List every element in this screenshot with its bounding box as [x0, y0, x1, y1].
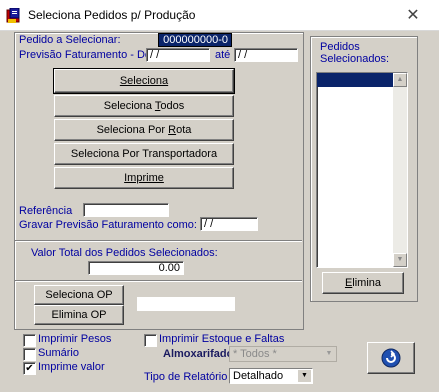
seleciona-transportadora-label: Seleciona Por Transportadora — [70, 148, 218, 160]
total-label: Valor Total dos Pedidos Selecionados: — [31, 247, 218, 259]
seleciona-rota-label-a: Seleciona Por — [96, 124, 169, 136]
date-to-value: / / — [238, 49, 248, 61]
title-bar: Seleciona Pedidos p/ Produção ✕ — [0, 0, 439, 31]
almoxarifado-label: Almoxarifado — [163, 348, 234, 360]
close-button[interactable]: ✕ — [398, 6, 428, 26]
seleciona-rota-button[interactable]: Seleciona Por Rota — [54, 119, 234, 141]
tipo-relatorio-select[interactable]: Detalhado ▼ — [229, 368, 313, 384]
imprimir-pesos-checkbox[interactable] — [23, 334, 36, 347]
almoxarifado-select[interactable]: * Todos * ▼ — [229, 346, 337, 362]
seleciona-label: Seleciona — [119, 75, 169, 87]
date-from-value: / / — [150, 49, 160, 61]
pedidos-selecionados-title: Pedidos Selecionados: — [320, 41, 390, 65]
ate-label: até — [215, 49, 231, 61]
window-title: Seleciona Pedidos p/ Produção — [28, 8, 196, 22]
exit-icon — [381, 348, 401, 368]
pedido-value: 000000000-0 — [163, 34, 228, 46]
list-selected-row[interactable] — [317, 73, 393, 87]
previsao-label: Previsão Faturamento - De — [19, 49, 152, 61]
imprimir-pesos-label[interactable]: Imprimir Pesos — [38, 333, 111, 345]
chevron-down-icon[interactable]: ▼ — [297, 370, 311, 382]
date-from-input[interactable]: / / — [146, 48, 210, 62]
seleciona-todos-label-a: Seleciona — [103, 100, 155, 112]
chevron-down-icon: ▼ — [325, 350, 333, 357]
divider-top — [15, 240, 302, 242]
elimina-label-b: limina — [352, 277, 382, 289]
scroll-up-icon[interactable]: ▲ — [393, 73, 407, 87]
elimina-op-button[interactable]: Elimina OP — [34, 305, 124, 325]
tipo-relatorio-label: Tipo de Relatório — [144, 371, 228, 383]
pedido-label: Pedido a Selecionar: — [19, 34, 121, 46]
imprimir-estoque-label[interactable]: Imprimir Estoque e Faltas — [159, 333, 284, 345]
divider-bottom — [15, 280, 302, 282]
elimina-button[interactable]: Elimina — [322, 272, 404, 294]
tipo-relatorio-value: Detalhado — [233, 370, 284, 382]
scroll-down-icon[interactable]: ▼ — [393, 253, 407, 267]
total-value-field: 0.00 — [88, 261, 184, 275]
seleciona-op-button[interactable]: Seleciona OP — [34, 285, 124, 305]
sumario-label[interactable]: Sumário — [38, 347, 79, 359]
seleciona-op-label: Seleciona OP — [45, 289, 113, 301]
imprime-valor-checkbox[interactable]: ✔ — [23, 362, 36, 375]
seleciona-rota-accel: R — [168, 124, 177, 136]
gravar-previsao-label: Gravar Previsão Faturamento como: — [19, 219, 197, 231]
exit-button[interactable] — [367, 342, 415, 374]
pedido-input[interactable]: 000000000-0 — [158, 33, 232, 47]
checkmark-icon: ✔ — [25, 363, 34, 374]
referencia-input[interactable] — [83, 203, 169, 217]
gravar-previsao-value: / / — [204, 218, 214, 230]
close-icon: ✕ — [406, 7, 420, 24]
total-value: 0.00 — [158, 262, 180, 274]
imprime-valor-label[interactable]: Imprime valor — [38, 361, 105, 373]
seleciona-todos-label-b: odos — [160, 100, 185, 112]
seleciona-todos-button[interactable]: Seleciona Todos — [54, 95, 234, 117]
sumario-checkbox[interactable] — [23, 348, 36, 361]
imprime-button[interactable]: Imprime — [54, 167, 234, 189]
almoxarifado-value: * Todos * — [233, 348, 277, 360]
op-display — [137, 297, 235, 311]
imprime-label: Imprime — [124, 172, 164, 184]
list-scrollbar[interactable]: ▲ ▼ — [393, 73, 407, 267]
gravar-previsao-input[interactable]: / / — [200, 217, 258, 231]
pedidos-list[interactable]: ▲ ▼ — [316, 72, 408, 268]
main-window: Seleciona Pedidos p/ Produção ✕ Pedido a… — [0, 0, 439, 392]
referencia-label: Referência — [19, 205, 73, 217]
date-to-input[interactable]: / / — [234, 48, 298, 62]
elimina-op-label: Elimina OP — [51, 309, 107, 321]
app-icon — [6, 8, 20, 23]
imprimir-estoque-checkbox[interactable] — [144, 334, 157, 347]
seleciona-button[interactable]: Seleciona — [53, 68, 235, 94]
seleciona-rota-label-b: ota — [176, 124, 192, 136]
seleciona-transportadora-button[interactable]: Seleciona Por Transportadora — [54, 143, 234, 165]
